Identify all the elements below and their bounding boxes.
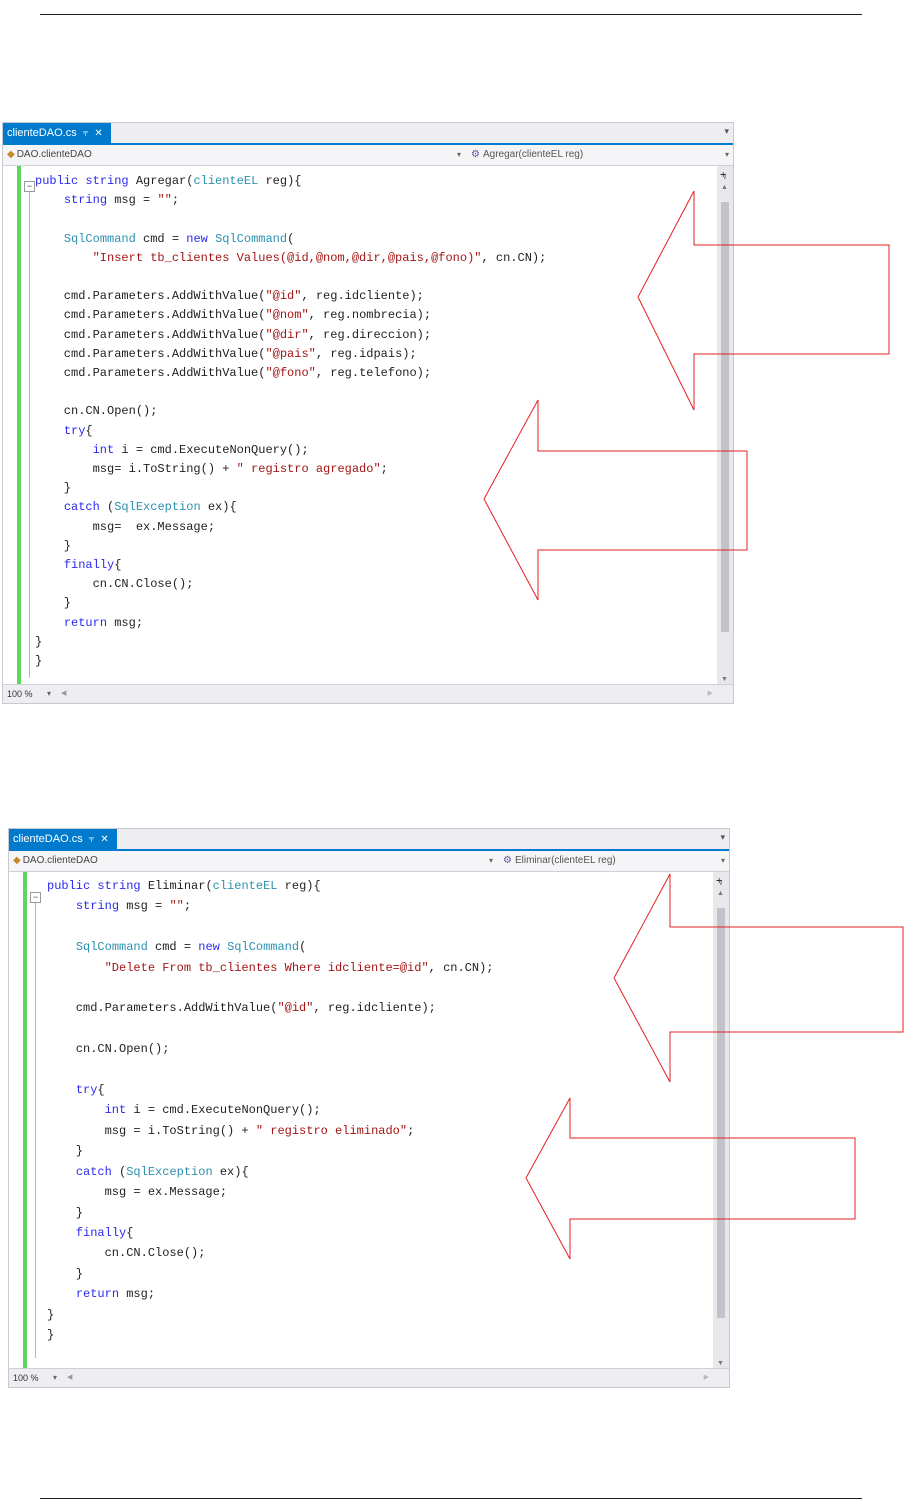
left-arrow-callout-icon — [483, 399, 748, 601]
left-arrow-callout-icon — [637, 190, 890, 411]
left-arrow-callout-icon — [613, 873, 904, 1083]
footer-rule — [40, 1498, 862, 1499]
callout-arrows — [483, 190, 904, 1260]
left-arrow-callout-icon — [525, 1097, 856, 1260]
